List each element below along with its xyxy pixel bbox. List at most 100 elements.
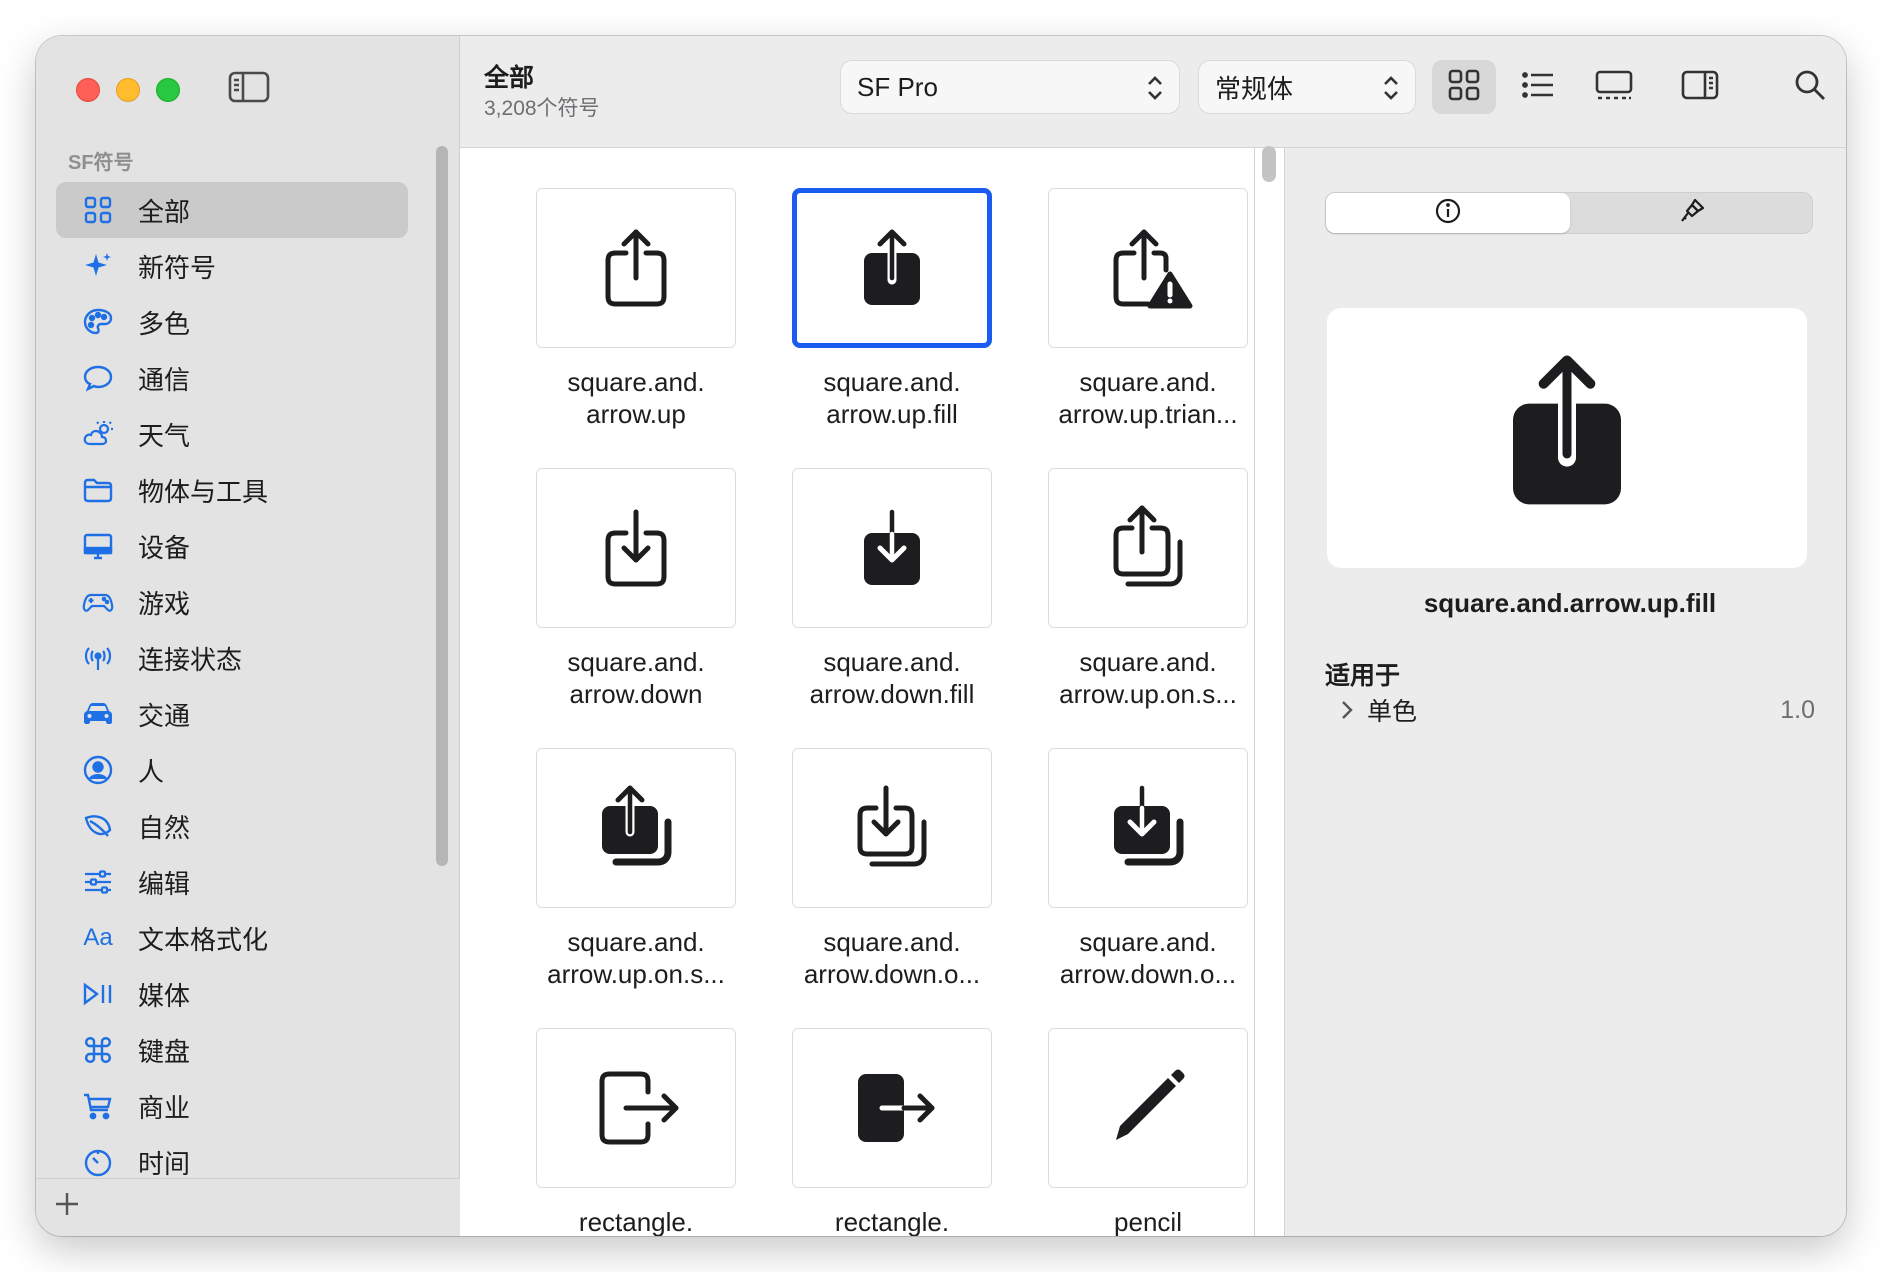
sidebar-toggle-icon[interactable] (228, 70, 270, 104)
leaf-icon (82, 810, 114, 842)
symbol-tile[interactable]: square.and. arrow.down.fill (792, 468, 992, 710)
sidebar-item-devices[interactable]: 设备 (56, 518, 408, 574)
sliders-icon (82, 866, 114, 898)
square-and-arrow-down-on-square-fill-icon[interactable] (1048, 748, 1248, 908)
sidebar-list: 全部 新符号 多色 通信 天气 物体与工具 设备 游戏 连接状态 交通 人 自然… (56, 182, 408, 1190)
inspector-toggle-button[interactable] (1668, 60, 1732, 114)
symbol-tile[interactable]: pencil (1048, 1028, 1248, 1236)
symbol-tile-label: square.and. arrow.up.trian... (1058, 367, 1238, 429)
symbol-tile-label: square.and. arrow.down.fill (809, 647, 975, 709)
cloud-sun-icon (82, 418, 114, 450)
sidebar-item-objects[interactable]: 物体与工具 (56, 462, 408, 518)
symbol-tile-label: rectangle. portrait.and.a... (578, 1207, 694, 1236)
gallery-view-button[interactable] (1582, 60, 1646, 114)
symbol-tile[interactable]: square.and. arrow.down.o... (1048, 748, 1248, 990)
symbol-tile-label: square.and. arrow.up (567, 367, 705, 429)
list-view-button[interactable] (1506, 60, 1570, 114)
grid-icon (82, 194, 114, 226)
symbol-tile[interactable]: rectangle. portrait.and.a... (792, 1028, 992, 1236)
play-pause-icon (82, 978, 114, 1010)
sidebar-item-connectivity[interactable]: 连接状态 (56, 630, 408, 686)
rectangle-portrait-and-arrow-right-fill-icon[interactable] (792, 1028, 992, 1188)
square-and-arrow-up-on-square-fill-icon[interactable] (536, 748, 736, 908)
symbol-tile-label: square.and. arrow.down.o... (803, 927, 981, 989)
sidebar-item-label: 全部 (138, 196, 191, 227)
symbol-tile[interactable]: square.and. arrow.down (536, 468, 736, 710)
sidebar-item-commerce[interactable]: 商业 (56, 1078, 408, 1134)
add-icon[interactable] (52, 1189, 82, 1219)
symbol-tile-label: pencil (1114, 1207, 1182, 1236)
sidebar-item-label: 游戏 (138, 588, 191, 619)
symbol-tile[interactable]: rectangle. portrait.and.a... (536, 1028, 736, 1236)
zoom-button[interactable] (156, 78, 180, 102)
square-and-arrow-up-fill-icon[interactable] (792, 188, 992, 348)
sidebar-item-label: 交通 (138, 700, 191, 731)
sidebar-item-label: 编辑 (138, 868, 191, 899)
symbol-tile-selected[interactable]: square.and. arrow.up.fill (792, 188, 992, 430)
grid-view-button[interactable] (1432, 60, 1496, 114)
sidebar-item-editing[interactable]: 编辑 (56, 854, 408, 910)
weight-select-value: 常规体 (1215, 73, 1294, 104)
symbol-tile[interactable]: square.and. arrow.up (536, 188, 736, 430)
sidebar-item-transportation[interactable]: 交通 (56, 686, 408, 742)
rectangle-portrait-and-arrow-right-icon[interactable] (536, 1028, 736, 1188)
sidebar-item-multicolor[interactable]: 多色 (56, 294, 408, 350)
square-and-arrow-up-icon[interactable] (536, 188, 736, 348)
square-and-arrow-up-triangle-icon[interactable] (1048, 188, 1248, 348)
sidebar-item-human[interactable]: 人 (56, 742, 408, 798)
sidebar-item-label: 新符号 (138, 252, 217, 283)
search-icon (1792, 67, 1828, 108)
sidebar-item-media[interactable]: 媒体 (56, 966, 408, 1022)
sidebar-item-gaming[interactable]: 游戏 (56, 574, 408, 630)
paintbrush-icon (1678, 197, 1706, 230)
gallery-icon (1594, 67, 1634, 108)
sidebar-item-text-formatting[interactable]: Aa 文本格式化 (56, 910, 408, 966)
pencil-icon[interactable] (1048, 1028, 1248, 1188)
car-icon (82, 698, 114, 730)
version-label: 1.0 (1780, 695, 1815, 724)
search-button[interactable] (1778, 60, 1842, 114)
sidebar-item-nature[interactable]: 自然 (56, 798, 408, 854)
window-controls (76, 78, 180, 102)
sidebar-section-title: SF符号 (68, 152, 134, 174)
sidebar-item-new[interactable]: 新符号 (56, 238, 408, 294)
sidebar-item-weather[interactable]: 天气 (56, 406, 408, 462)
square-and-arrow-down-fill-icon[interactable] (792, 468, 992, 628)
toolbar: 全部 3,208个符号 SF Pro 常规体 (460, 36, 1846, 148)
symbol-tile-label: square.and. arrow.down (567, 647, 705, 709)
square-and-arrow-down-icon[interactable] (536, 468, 736, 628)
sidebar-item-label: 设备 (138, 532, 191, 563)
font-select-value: SF Pro (857, 71, 938, 102)
close-button[interactable] (76, 78, 100, 102)
chevron-up-down-icon (1381, 73, 1401, 103)
square-and-arrow-up-on-square-icon[interactable] (1048, 468, 1248, 628)
symbol-tile[interactable]: square.and. arrow.up.on.s... (1048, 468, 1248, 710)
info-tab[interactable] (1326, 193, 1570, 233)
minimize-button[interactable] (116, 78, 140, 102)
sidebar-item-communication[interactable]: 通信 (56, 350, 408, 406)
antenna-icon (82, 642, 114, 674)
weight-select[interactable]: 常规体 (1198, 60, 1416, 114)
sidebar-item-keyboard[interactable]: 键盘 (56, 1022, 408, 1078)
square-and-arrow-up-fill-icon (1477, 346, 1657, 531)
symbol-tile-label: square.and. arrow.down.o... (1059, 927, 1237, 989)
sidebar-scrollbar[interactable] (436, 146, 448, 866)
gamecontroller-icon (82, 586, 114, 618)
customize-tab[interactable] (1570, 193, 1814, 233)
square-and-arrow-down-on-square-icon[interactable] (792, 748, 992, 908)
grid-scrollbar[interactable] (1262, 146, 1276, 182)
symbol-tile-label: square.and. arrow.up.fill (823, 367, 961, 429)
sidebar-item-label: 通信 (138, 364, 191, 395)
symbol-tile[interactable]: square.and. arrow.up.trian... (1048, 188, 1248, 430)
sidebar-item-label: 时间 (138, 1148, 191, 1179)
sidebar-item-label: 天气 (138, 420, 191, 451)
symbol-tile[interactable]: square.and. arrow.down.o... (792, 748, 992, 990)
availability-row[interactable]: 单色 1.0 (1337, 690, 1815, 730)
font-select[interactable]: SF Pro (840, 60, 1180, 114)
sidebar-item-label: 商业 (138, 1092, 191, 1123)
symbol-tile[interactable]: square.and. arrow.up.on.s... (536, 748, 736, 990)
inspector-segmented-control (1325, 192, 1813, 234)
sidebar-item-all[interactable]: 全部 (56, 182, 408, 238)
sidebar-right-icon (1680, 67, 1720, 108)
person-circle-icon (82, 754, 114, 786)
